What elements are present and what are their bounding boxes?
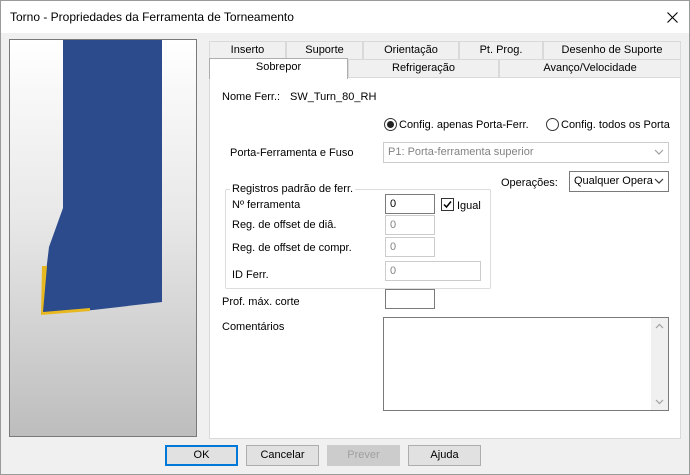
tab-suporte[interactable]: Suporte [286, 41, 363, 59]
chevron-down-icon [654, 149, 664, 155]
operations-label: Operações: [501, 177, 558, 189]
tab-refrigeracao[interactable]: Refrigeração [348, 59, 499, 77]
close-icon [666, 11, 678, 23]
comments-scrollbar[interactable] [651, 318, 668, 410]
tool-name-value: SW_Turn_80_RH [290, 91, 377, 103]
equal-checkbox-label[interactable]: Igual [457, 200, 481, 212]
default-registers-group-title: Registros padrão de ferr. [230, 183, 356, 195]
scroll-up-icon [655, 323, 664, 329]
title-bar: Torno - Propriedades da Ferramenta de To… [1, 1, 689, 33]
tab-pt-prog[interactable]: Pt. Prog. [459, 41, 543, 59]
length-offset-label: Reg. de offset de compr. [232, 242, 352, 254]
holder-spindle-value: P1: Porta-ferramenta superior [388, 146, 534, 158]
max-depth-label: Prof. máx. corte [222, 296, 300, 308]
chevron-down-icon [654, 178, 664, 184]
tool-name-label: Nome Ferr.: [222, 91, 281, 103]
ok-button[interactable]: OK [165, 445, 238, 466]
radio-config-holder-only-label[interactable]: Config. apenas Porta-Ferr. [399, 119, 529, 131]
tool-id-label: ID Ferr. [232, 269, 269, 281]
comments-textarea[interactable] [383, 317, 669, 411]
radio-config-holder-only[interactable] [384, 118, 397, 131]
max-depth-input[interactable] [385, 289, 435, 309]
operations-select[interactable]: Qualquer Opera [569, 171, 669, 192]
tab-avanco-velocidade[interactable]: Avanço/Velocidade [499, 59, 681, 77]
lathe-tool-graphic [41, 40, 162, 315]
tool-preview [9, 39, 197, 437]
scroll-down-icon [655, 399, 664, 405]
tab-desenho-de-suporte[interactable]: Desenho de Suporte [543, 41, 681, 59]
tab-orientacao[interactable]: Orientação [363, 41, 459, 59]
tool-id-input[interactable]: 0 [385, 261, 481, 281]
comments-label: Comentários [222, 321, 285, 333]
operations-value: Qualquer Opera [574, 175, 653, 187]
help-button[interactable]: Ajuda [408, 445, 481, 466]
radio-config-all-holders[interactable] [546, 118, 559, 131]
close-button[interactable] [655, 1, 689, 33]
cancel-button[interactable]: Cancelar [246, 445, 319, 466]
window-title: Torno - Propriedades da Ferramenta de To… [10, 10, 294, 24]
length-offset-input[interactable]: 0 [385, 237, 435, 257]
holder-spindle-select[interactable]: P1: Porta-ferramenta superior [383, 142, 669, 163]
dia-offset-input[interactable]: 0 [385, 215, 435, 235]
holder-spindle-label: Porta-Ferramenta e Fuso [230, 147, 354, 159]
tab-sobrepor[interactable]: Sobrepor [209, 58, 348, 79]
equal-checkbox[interactable] [441, 198, 454, 211]
tool-holder-shape [41, 40, 162, 314]
tab-inserto[interactable]: Inserto [209, 41, 286, 59]
preview-button: Prever [327, 445, 400, 466]
tool-properties-dialog: Torno - Propriedades da Ferramenta de To… [0, 0, 690, 475]
radio-config-all-holders-label[interactable]: Config. todos os Porta [561, 119, 670, 131]
tool-number-label: Nº ferramenta [232, 199, 301, 211]
checkmark-icon [443, 201, 452, 209]
dia-offset-label: Reg. de offset de diâ. [232, 219, 337, 231]
tool-number-input[interactable]: 0 [385, 194, 435, 214]
